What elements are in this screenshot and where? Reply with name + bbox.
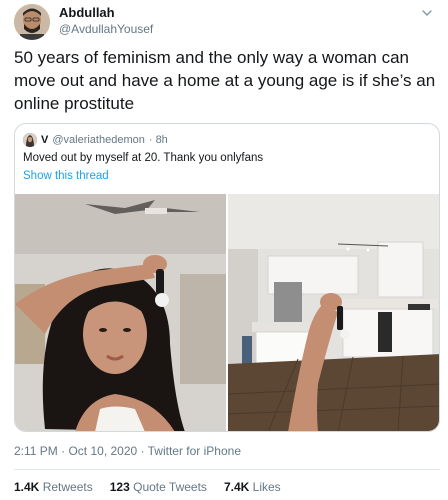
quoted-photo-apartment[interactable] xyxy=(228,194,439,431)
tweet-header: Abdullah @AvdullahYousef xyxy=(14,4,434,40)
apartment-image xyxy=(228,194,439,431)
selfie-image xyxy=(15,194,226,431)
author-display-name[interactable]: Abdullah xyxy=(59,5,153,21)
tweet-timestamp[interactable]: 2:11 PM · Oct 10, 2020 · Twitter for iPh… xyxy=(14,444,241,458)
avatar-image xyxy=(14,4,50,40)
stats-divider xyxy=(14,469,440,470)
author-avatar[interactable] xyxy=(14,4,50,40)
likes-stat[interactable]: 7.4K Likes xyxy=(224,480,281,494)
likes-count: 7.4K xyxy=(223,480,250,494)
quoted-tweet-header: V @valeriathedemon · 8h xyxy=(23,132,168,148)
quoted-author-name: V xyxy=(41,134,49,146)
quotes-label: Quote Tweets xyxy=(133,480,207,494)
author-names: Abdullah @AvdullahYousef xyxy=(59,5,153,37)
quoted-photo-selfie[interactable] xyxy=(15,194,226,431)
quotes-count: 123 xyxy=(109,480,130,494)
likes-label: Likes xyxy=(252,480,281,494)
quotes-stat[interactable]: 123 Quote Tweets xyxy=(110,480,207,494)
quoted-tweet-text: Moved out by myself at 20. Thank you onl… xyxy=(23,152,264,164)
chevron-down-icon[interactable] xyxy=(420,6,434,20)
quoted-author-avatar xyxy=(23,133,37,147)
quoted-tweet[interactable]: V @valeriathedemon · 8h Moved out by mys… xyxy=(14,123,440,432)
tweet-text: 50 years of feminism and the only way a … xyxy=(14,48,436,113)
quoted-tweet-time: · 8h xyxy=(148,134,168,146)
author-handle[interactable]: @AvdullahYousef xyxy=(59,21,153,37)
quoted-author-handle: @valeriathedemon xyxy=(52,134,145,146)
retweets-stat[interactable]: 1.4K Retweets xyxy=(14,480,93,494)
retweets-count: 1.4K xyxy=(14,480,40,494)
quoted-avatar-image xyxy=(23,133,37,147)
tweet-stats: 1.4K Retweets 123 Quote Tweets 7.4K Like… xyxy=(14,480,281,494)
retweets-label: Retweets xyxy=(42,480,93,494)
show-thread-link[interactable]: Show this thread xyxy=(23,170,109,182)
